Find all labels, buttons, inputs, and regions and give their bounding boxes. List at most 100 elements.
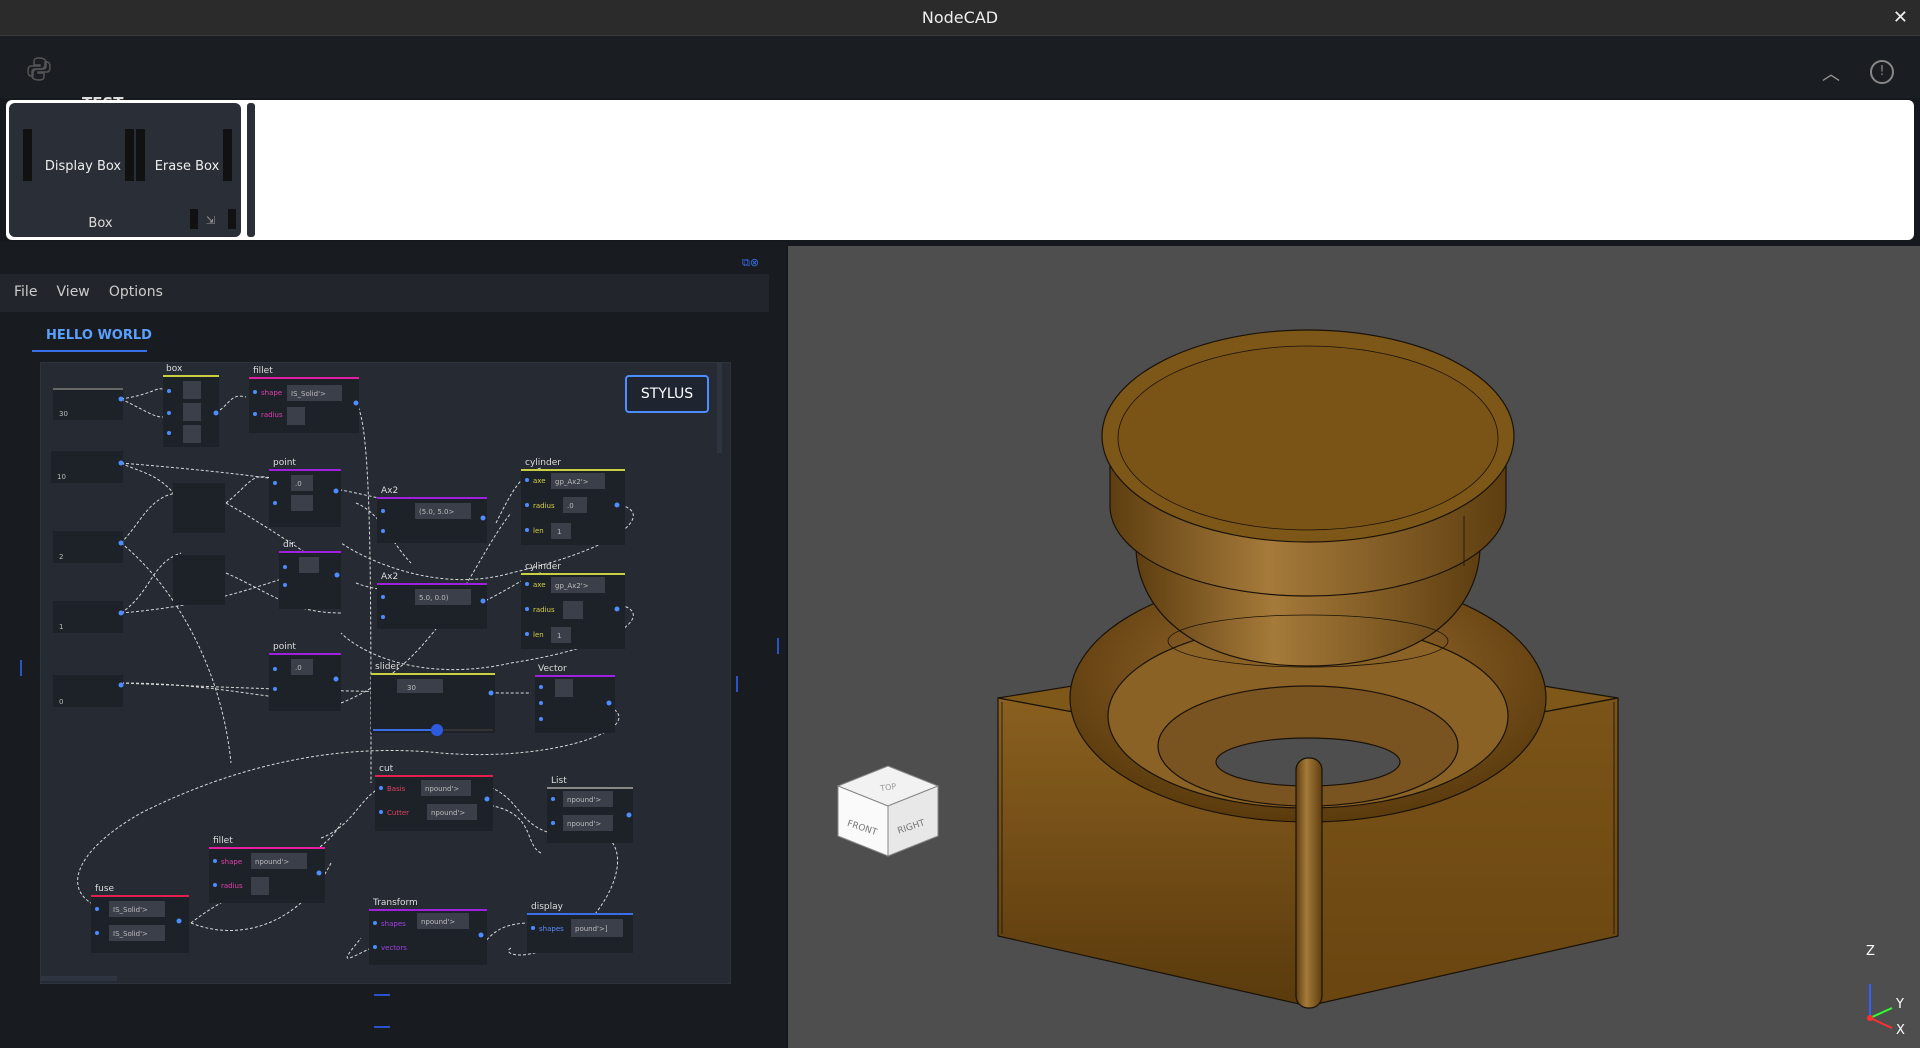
slider-thumb[interactable]: [431, 724, 443, 736]
axis-x-label: X: [1896, 1023, 1905, 1038]
graph-tab-hello-world[interactable]: HELLO WORLD: [46, 328, 152, 343]
port-value: npound'>: [425, 785, 459, 793]
port-label: Basis: [387, 785, 406, 793]
splitter-handle[interactable]: [736, 676, 738, 692]
node-title: display: [531, 902, 564, 912]
node-display[interactable]: display shapes pound'>]: [527, 902, 633, 953]
canvas-scrollbar[interactable]: [41, 976, 117, 981]
node-title: slider: [375, 662, 400, 672]
input-node[interactable]: 1: [53, 601, 124, 633]
port-value: 5.0, 0.0): [419, 594, 449, 602]
splitter-handle[interactable]: [20, 660, 22, 676]
input-value: 1: [59, 623, 63, 631]
port-label: radius: [221, 882, 243, 890]
node-point[interactable]: point .0: [269, 458, 341, 527]
port-value: 1: [557, 632, 561, 640]
view-cube[interactable]: TOP FRONT RIGHT: [836, 765, 940, 857]
node-point[interactable]: point .0: [269, 642, 341, 711]
node-dir[interactable]: dir: [279, 540, 341, 609]
node-list[interactable]: List npound'> npound'>: [547, 776, 633, 843]
node-title: dir: [283, 540, 295, 550]
ribbon-tabbar: TEST ︿ !: [0, 36, 1920, 123]
node-ax2[interactable]: Ax2 (5.0, 5.0>: [377, 486, 487, 543]
port-value: npound'>: [567, 820, 601, 828]
node-ax2[interactable]: Ax2 5.0, 0.0): [377, 572, 487, 629]
node-fillet[interactable]: fillet shape radius npound'>: [209, 836, 325, 903]
input-node[interactable]: 0: [53, 675, 124, 707]
splitter-handle[interactable]: [374, 1026, 390, 1028]
info-icon[interactable]: !: [1870, 60, 1894, 84]
input-node[interactable]: 2: [53, 531, 124, 563]
node-title: cylinder: [525, 562, 561, 572]
node-title: cut: [379, 764, 394, 774]
node-fuse[interactable]: fuse IS_Solid'> IS_Solid'>: [91, 884, 189, 953]
port-value: gp_Ax2'>: [555, 478, 589, 486]
node-title: box: [166, 364, 183, 374]
node-title: fillet: [253, 366, 273, 376]
reroute-node[interactable]: [173, 483, 225, 533]
node-cylinder[interactable]: cylinder axe radius len gp_Ax2'> .0 1: [521, 458, 625, 545]
node-graph[interactable]: .nb{fill:#1d2128} .ph{fill:#3a3f49} .nt{…: [41, 363, 730, 983]
menu-view[interactable]: View: [57, 284, 90, 300]
port-label: shapes: [539, 925, 564, 933]
3d-viewport[interactable]: TOP FRONT RIGHT Z Y X: [788, 246, 1920, 1048]
splitter-handle[interactable]: [777, 638, 779, 654]
group-label: Box: [88, 216, 113, 231]
editor-menubar: File View Options: [0, 274, 769, 312]
dock-float-close-icons[interactable]: ⧉⊗: [742, 256, 759, 270]
port-value: pound'>]: [575, 925, 608, 933]
node-vector[interactable]: Vector: [535, 664, 615, 733]
input-value: 10: [57, 473, 66, 481]
node-box[interactable]: box: [163, 364, 219, 447]
port-label: radius: [261, 411, 283, 419]
node-editor-dock: ⧉⊗ File View Options HELLO WORLD .nb{fil…: [0, 242, 786, 1048]
input-node[interactable]: 30: [53, 388, 124, 420]
node-graph-canvas[interactable]: .nb{fill:#1d2128} .ph{fill:#3a3f49} .nt{…: [40, 362, 731, 984]
input-value: 2: [59, 553, 63, 561]
point-value: .0: [295, 664, 302, 672]
input-node[interactable]: 10: [51, 451, 124, 483]
ribbon-panel: Display Box Erase Box Box ⇲: [6, 100, 1914, 240]
group-grip: [190, 209, 198, 229]
group-grip: [125, 129, 134, 181]
port-label: radius: [533, 502, 555, 510]
port-value: npound'>: [431, 809, 465, 817]
reroute-node[interactable]: [173, 555, 225, 605]
stylus-button[interactable]: STYLUS: [625, 375, 709, 413]
cad-model[interactable]: [997, 329, 1619, 1009]
port-value: IS_Solid'>: [291, 390, 326, 398]
port-label: axe: [533, 477, 546, 485]
node-title: cylinder: [525, 458, 561, 468]
splitter-handle[interactable]: [374, 994, 390, 996]
menu-options[interactable]: Options: [109, 284, 163, 300]
dialog-launcher-icon[interactable]: ⇲: [206, 214, 215, 227]
window-title: NodeCAD: [921, 8, 999, 27]
port-value: npound'>: [255, 858, 289, 866]
axis-triad-icon: Z Y X: [1866, 944, 1905, 1038]
close-icon[interactable]: ✕: [1893, 7, 1908, 28]
node-cylinder[interactable]: cylinder axe radius len gp_Ax2'> 1: [521, 562, 625, 649]
port-value: npound'>: [421, 918, 455, 926]
viewport-canvas[interactable]: TOP FRONT RIGHT Z Y X: [788, 246, 1920, 1048]
canvas-scrollbar[interactable]: [717, 363, 722, 453]
node-slider[interactable]: slider 30: [371, 662, 495, 736]
port-value: npound'>: [567, 796, 601, 804]
node-title: Transform: [372, 898, 418, 908]
collapse-ribbon-icon[interactable]: ︿: [1822, 60, 1840, 86]
node-title: fillet: [213, 836, 233, 846]
port-label: axe: [533, 581, 546, 589]
port-value: 1: [557, 528, 561, 536]
port-value: IS_Solid'>: [113, 906, 148, 914]
node-transform[interactable]: Transform shapes vectors npound'>: [369, 898, 487, 965]
menu-file[interactable]: File: [14, 284, 37, 300]
display-box-button[interactable]: Display Box: [33, 139, 133, 195]
erase-box-button[interactable]: Erase Box: [137, 139, 237, 195]
group-grip: [228, 209, 236, 229]
python-logo-icon: [27, 57, 51, 81]
port-label: shape: [221, 858, 242, 866]
node-cut[interactable]: cut Basis Cutter npound'> npound'>: [375, 764, 493, 831]
port-label: len: [533, 527, 544, 535]
port-label: vectors: [381, 944, 407, 952]
graph-tab-indicator: [32, 350, 147, 352]
node-fillet[interactable]: fillet shape radius IS_Solid'>: [249, 366, 359, 433]
